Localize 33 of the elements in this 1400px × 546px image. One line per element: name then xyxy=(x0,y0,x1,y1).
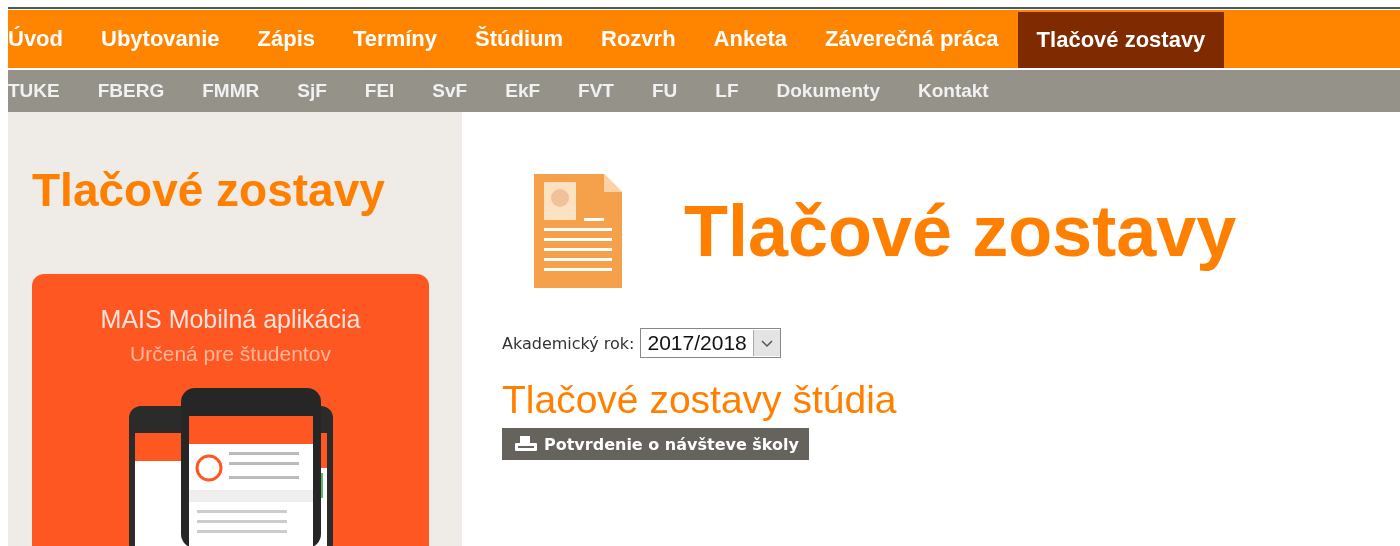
faculty-link[interactable]: FU xyxy=(632,80,697,102)
faculty-link[interactable]: FVT xyxy=(559,80,633,102)
faculty-link[interactable]: EkF xyxy=(486,80,560,102)
menu-tab[interactable]: Zápis xyxy=(238,10,335,68)
menu-tab[interactable]: Úvod xyxy=(8,10,82,68)
faculty-link[interactable]: LF xyxy=(696,80,758,102)
year-label: Akademický rok: xyxy=(502,333,635,353)
caret-icon xyxy=(752,330,780,356)
faculty-link[interactable]: SjF xyxy=(278,80,346,102)
printer-icon xyxy=(514,435,538,453)
menu-tab[interactable]: Anketa xyxy=(694,10,806,68)
menu-tab[interactable]: Tlačové zostavy xyxy=(1017,12,1225,68)
menu-tab[interactable]: Záverečná práca xyxy=(805,10,1018,68)
menu-tab[interactable]: Ubytovanie xyxy=(82,10,239,68)
faculty-link[interactable]: FBERG xyxy=(78,80,184,102)
faculty-link[interactable]: Kontakt xyxy=(898,80,1008,102)
banner-title: MAIS Mobilná aplikácia xyxy=(100,304,361,334)
faculty-link[interactable]: Dokumenty xyxy=(757,80,899,102)
faculty-link[interactable]: FEI xyxy=(345,80,414,102)
faculty-link[interactable]: SvF xyxy=(413,80,487,102)
banner-subtitle: Určená pre študentov xyxy=(130,342,331,366)
menu-tab[interactable]: Štúdium xyxy=(456,10,582,68)
section-title: Tlačové zostavy štúdia xyxy=(502,378,898,422)
document-icon xyxy=(532,172,624,290)
report-button[interactable]: Potvrdenie o návšteve školy xyxy=(502,428,809,460)
app-banner[interactable]: MAIS Mobilná aplikácia Určená pre študentov xyxy=(32,274,429,546)
menu-tab[interactable]: Rozvrh xyxy=(582,10,695,68)
faculty-link[interactable]: TUKE xyxy=(8,80,79,102)
faculty-link[interactable]: FMMR xyxy=(183,80,279,102)
menu-tab[interactable]: Termíny xyxy=(334,10,456,68)
page-title: Tlačové zostavy xyxy=(684,190,1237,272)
year-select[interactable]: 2017/2018 xyxy=(640,328,781,358)
sidebar-title: Tlačové zostavy xyxy=(32,163,386,218)
